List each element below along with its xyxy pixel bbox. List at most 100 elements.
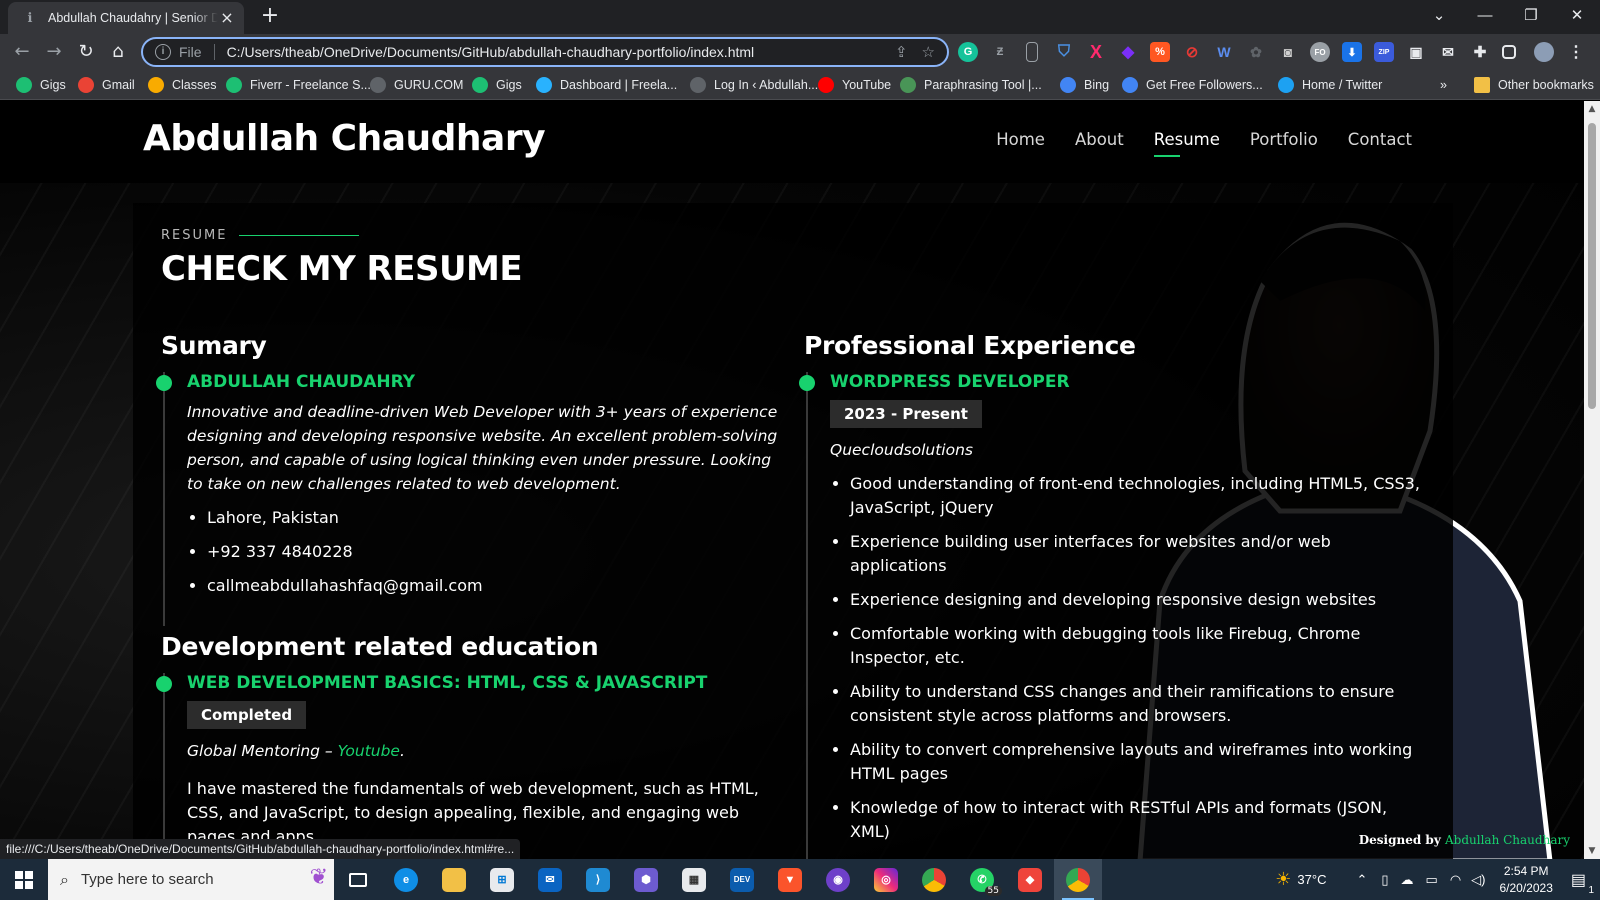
bookmark-item[interactable]: GURU.COM (370, 76, 463, 94)
url-text[interactable]: C:/Users/theab/OneDrive/Documents/GitHub… (227, 44, 881, 60)
bookmark-item[interactable]: Dashboard | Freela... (536, 76, 677, 94)
instagram-icon[interactable]: ◎ (862, 859, 910, 900)
bookmark-item[interactable]: Get Free Followers... (1122, 76, 1263, 94)
notes-icon[interactable]: ▣ (1406, 42, 1426, 62)
side-panel-icon[interactable] (1502, 45, 1516, 59)
task-view-icon[interactable] (334, 859, 382, 900)
summary-heading: Sumary (161, 331, 267, 360)
bookmark-item[interactable]: Home / Twitter (1278, 76, 1382, 94)
youtube-link[interactable]: Youtube (338, 742, 400, 760)
clock[interactable]: 2:54 PM 6/20/2023 (1499, 863, 1552, 897)
forward-icon[interactable]: → (42, 40, 66, 64)
shield-icon[interactable]: ⛉ (1054, 42, 1074, 62)
bookmark-item[interactable]: Bing (1060, 76, 1109, 94)
credit-name[interactable]: Abdullah Chaudhary (1445, 833, 1570, 847)
restore-icon[interactable]: ❐ (1508, 0, 1554, 30)
tray-chevron-icon[interactable]: ⌃ (1356, 872, 1367, 888)
close-tab-icon[interactable]: × (218, 9, 236, 27)
bookmark-item[interactable]: Paraphrasing Tool |... (900, 76, 1042, 94)
clock-date: 6/20/2023 (1499, 880, 1553, 895)
bookmark-label: YouTube (842, 78, 892, 92)
volume-icon[interactable]: ◁) (1471, 872, 1485, 888)
profile-avatar[interactable] (1534, 42, 1554, 62)
taskbar-search[interactable]: ⌕ Type here to search ❦ (48, 859, 334, 900)
scroll-up-icon[interactable]: ▲ (1584, 101, 1600, 117)
download-icon[interactable]: ⬇ (1342, 42, 1362, 62)
page-scrollbar[interactable]: ▲ ▼ (1584, 101, 1600, 859)
fo-icon[interactable]: FO (1310, 42, 1330, 62)
bookmark-item[interactable]: Gmail (78, 76, 135, 94)
site-logo[interactable]: Abdullah Chaudhary (143, 118, 546, 159)
nav-resume[interactable]: Resume (1153, 130, 1220, 157)
share-icon[interactable]: ⇪ (895, 43, 908, 61)
x-extension-icon[interactable]: X (1086, 42, 1106, 62)
new-tab-button[interactable]: + (258, 5, 282, 29)
dev-icon[interactable]: DEV (718, 859, 766, 900)
scroll-down-icon[interactable]: ▼ (1584, 843, 1600, 859)
zip-icon[interactable]: ZIP (1374, 42, 1394, 62)
bookmark-star-icon[interactable]: ☆ (922, 43, 935, 61)
brave-icon[interactable]: ▼ (766, 859, 814, 900)
notifications-icon[interactable]: ▤ 1 (1571, 870, 1594, 896)
home-icon[interactable]: ⌂ (106, 40, 130, 64)
bookmark-item[interactable]: Fiverr - Freelance S... (226, 76, 371, 94)
bookmark-item[interactable]: Classes (148, 76, 216, 94)
anydesk-icon[interactable]: ◆ (1006, 859, 1054, 900)
nav-home[interactable]: Home (996, 130, 1045, 149)
mail-app-icon[interactable]: ✉ (526, 859, 574, 900)
chrome-icon[interactable] (910, 859, 958, 900)
vscode-icon[interactable]: ⟩ (574, 859, 622, 900)
notifications-count: 1 (1588, 884, 1594, 896)
contact-item: Lahore, Pakistan (207, 506, 781, 530)
weather-temp[interactable]: 37°C (1297, 872, 1326, 887)
mail-icon[interactable]: ✉ (1438, 42, 1458, 62)
start-button[interactable] (0, 859, 48, 900)
battery-icon[interactable]: ▭ (1426, 872, 1438, 888)
grammarly-icon[interactable]: G (958, 42, 978, 62)
bookmark-item[interactable]: YouTube (818, 76, 891, 94)
wifi-icon[interactable]: ◠ (1450, 872, 1461, 888)
status-bar-url: file:///C:/Users/theab/OneDrive/Document… (0, 839, 521, 859)
other-bookmarks[interactable]: Other bookmarks (1474, 76, 1594, 94)
camera-icon[interactable]: ◙ (1278, 42, 1298, 62)
tray-device-icon[interactable]: ▯ (1381, 872, 1388, 888)
diamond-icon[interactable]: ◆ (1118, 42, 1138, 62)
bookmark-item[interactable]: Log In ‹ Abdullah... (690, 76, 818, 94)
browser-tab[interactable]: ℹ Abdullah Chaudahry | Senior Developer … (8, 2, 244, 34)
reload-icon[interactable]: ↻ (74, 40, 98, 64)
site-info-icon[interactable]: i (155, 44, 171, 60)
back-icon[interactable]: ← (10, 40, 34, 64)
app-hexagon-icon[interactable]: ⬢ (622, 859, 670, 900)
calculator-icon[interactable]: ▦ (670, 859, 718, 900)
nav-portfolio[interactable]: Portfolio (1250, 130, 1318, 149)
address-bar[interactable]: i File C:/Users/theab/OneDrive/Documents… (141, 37, 949, 67)
chrome-active-icon[interactable] (1054, 859, 1102, 900)
bookmarks-overflow-icon[interactable]: » (1440, 76, 1447, 94)
scrollbar-thumb[interactable] (1588, 123, 1596, 409)
bookmark-item[interactable]: Gigs (16, 76, 66, 94)
phone-icon[interactable] (1026, 42, 1038, 62)
menu-kebab-icon[interactable]: ⋮ (1566, 42, 1586, 62)
close-window-icon[interactable]: ✕ (1554, 0, 1600, 30)
onedrive-icon[interactable]: ☁ (1401, 872, 1414, 888)
extensions-puzzle-icon[interactable]: ✚ (1470, 42, 1490, 62)
minimize-icon[interactable]: — (1462, 0, 1508, 30)
bookmark-item[interactable]: Gigs (472, 76, 522, 94)
file-explorer-icon[interactable] (430, 859, 478, 900)
contact-item: +92 337 4840228 (207, 540, 781, 564)
extension-z-icon[interactable]: Ƶ (990, 42, 1010, 62)
windows-logo-icon (15, 870, 33, 889)
weather-icon[interactable]: ☀ (1275, 869, 1291, 890)
tab-search-chevron-icon[interactable]: ⌄ (1416, 0, 1462, 30)
block-icon[interactable]: ⊘ (1182, 42, 1202, 62)
puzzle-dim-icon[interactable]: ✿ (1246, 42, 1266, 62)
wordpress-extension-icon[interactable]: W (1214, 42, 1234, 62)
nav-contact[interactable]: Contact (1348, 130, 1412, 149)
whatsapp-icon[interactable]: ✆ 55 (958, 859, 1006, 900)
edge-icon[interactable]: e (382, 859, 430, 900)
github-icon[interactable]: ◉ (814, 859, 862, 900)
store-icon[interactable]: ⊞ (478, 859, 526, 900)
page-favicon-icon: ℹ (27, 10, 33, 26)
flag-icon[interactable]: % (1150, 42, 1170, 62)
nav-about[interactable]: About (1075, 130, 1124, 149)
